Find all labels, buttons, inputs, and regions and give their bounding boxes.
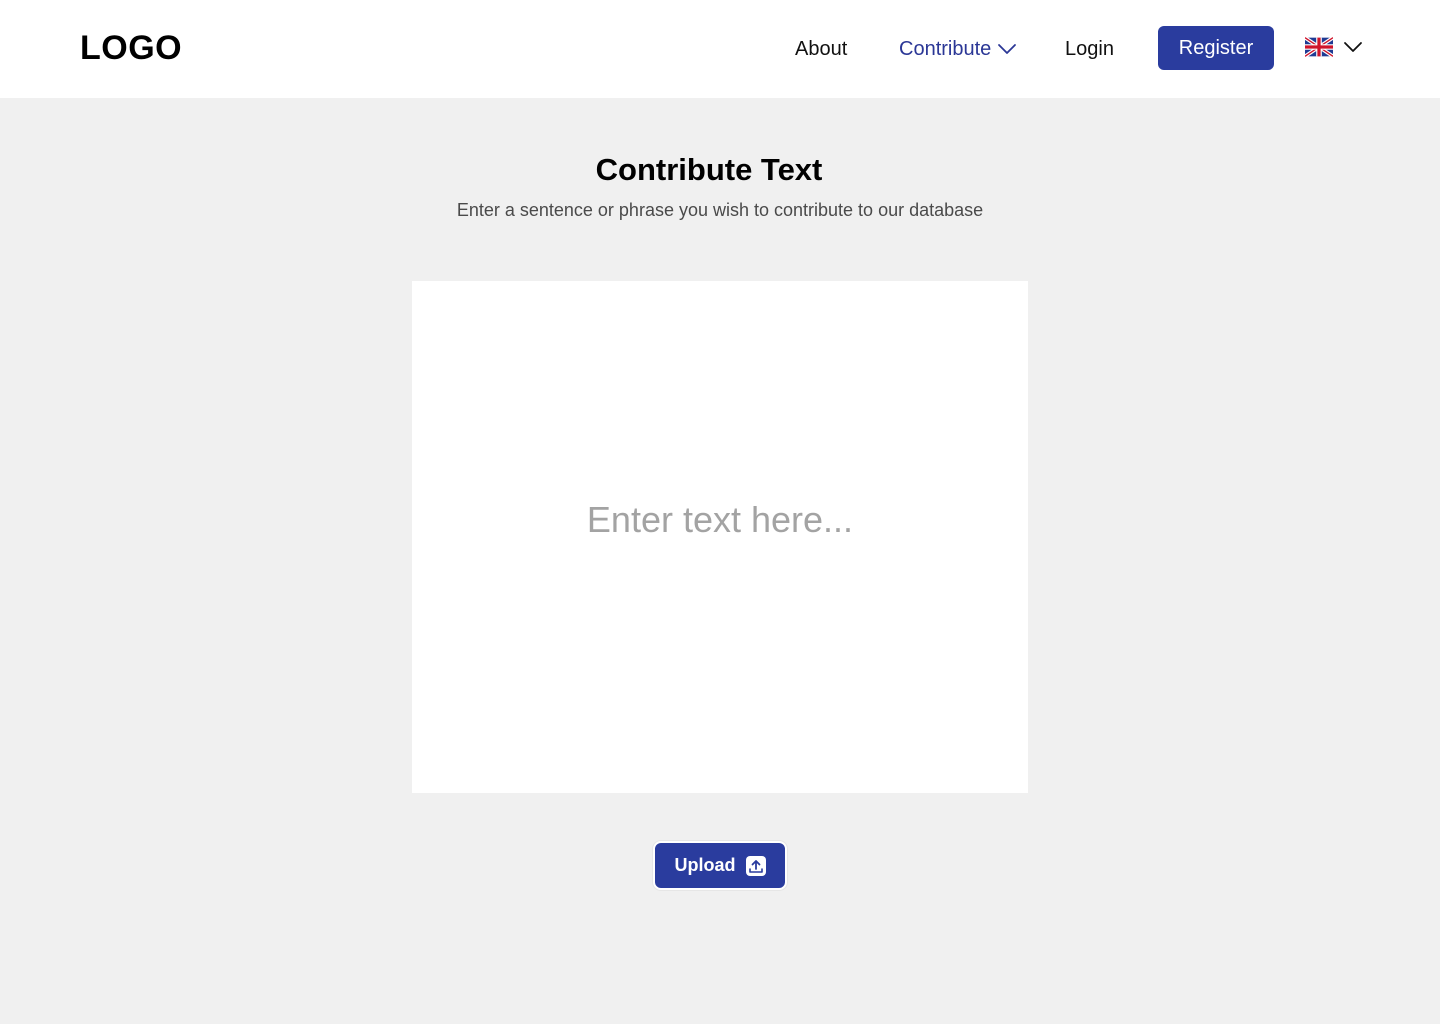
nav-login[interactable]: Login [1065,36,1114,62]
upload-button-label: Upload [674,855,736,875]
upload-button[interactable]: Upload [653,841,787,890]
language-selector[interactable] [1305,36,1363,58]
contribution-text-input[interactable] [412,281,1028,793]
upload-icon [745,855,766,876]
nav-contribute-dropdown[interactable]: Contribute [899,36,1017,62]
chevron-down-icon [1344,42,1362,52]
nav-about[interactable]: About [795,36,847,62]
chevron-down-icon [998,44,1017,54]
page-subtitle: Enter a sentence or phrase you wish to c… [456,200,984,220]
nav-contribute-label: Contribute [899,38,992,60]
register-button[interactable]: Register [1158,26,1274,70]
page-title: Contribute Text [595,152,823,187]
logo[interactable]: LOGO [80,28,182,68]
uk-flag-icon [1305,36,1333,58]
site-header: LOGO About Contribute Login Register [0,0,1440,98]
